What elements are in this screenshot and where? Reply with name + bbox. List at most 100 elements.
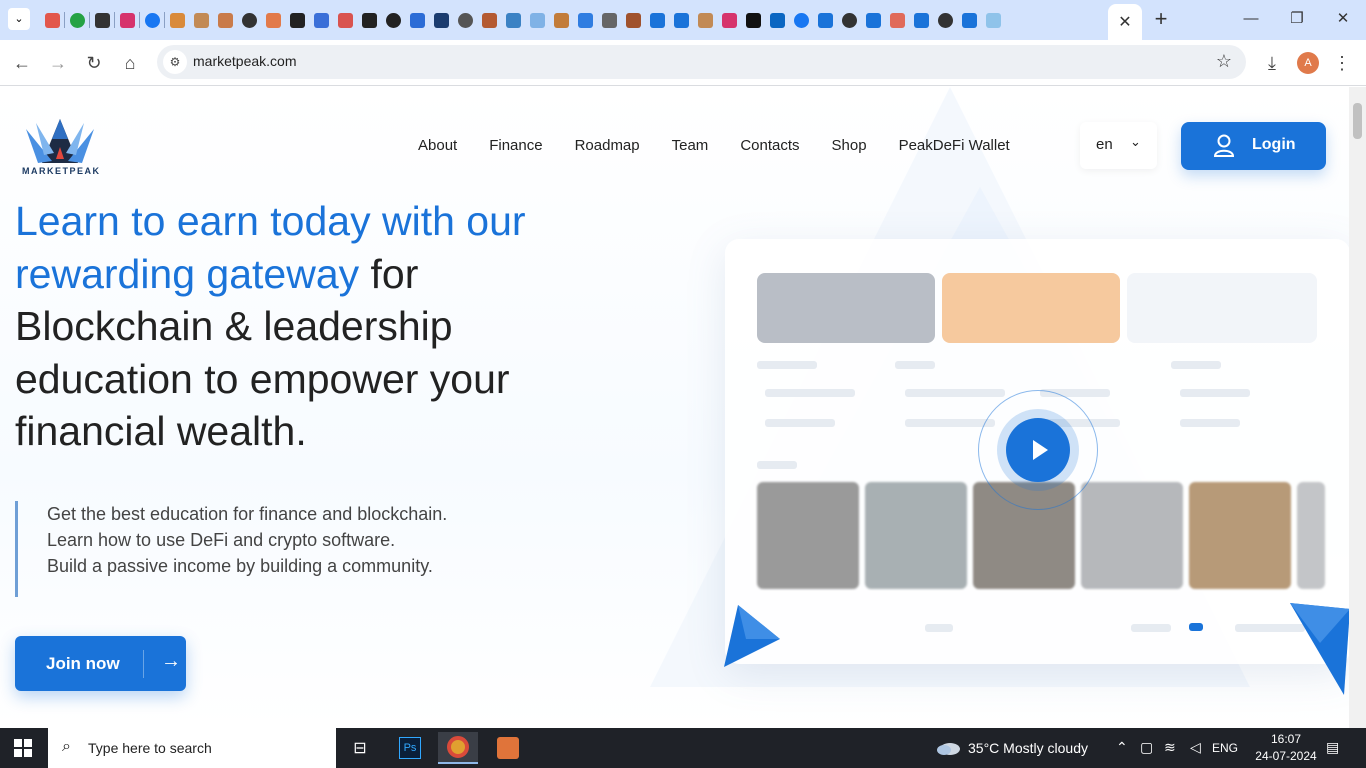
tab-site[interactable] [693,8,717,32]
tab-site[interactable] [429,8,453,32]
tab-site[interactable] [813,8,837,32]
forward-icon[interactable]: → [46,51,70,75]
join-now-button[interactable]: Join now → [15,636,186,691]
tab-site[interactable] [357,8,381,32]
language-select[interactable]: en ⌄ [1080,122,1157,169]
preview-thumbnail [757,482,859,589]
tab-search-button[interactable]: ⌄ [8,8,30,30]
new-tab-button[interactable]: + [1150,8,1172,30]
tab-site[interactable] [477,8,501,32]
preview-row [1171,361,1221,369]
decorative-triangle [724,605,780,667]
nav-roadmap[interactable]: Roadmap [575,137,640,154]
nav-team[interactable]: Team [672,137,709,154]
tab-youtube[interactable] [40,8,64,32]
taskbar-search[interactable]: ⌕ Type here to search [48,728,336,768]
cloudy-weather-icon[interactable] [935,737,961,757]
tab-x[interactable] [741,8,765,32]
preview-row [895,361,935,369]
restore-button[interactable]: ❐ [1282,8,1312,30]
wifi-icon[interactable]: ≋ [1164,739,1176,756]
tab-site[interactable] [669,8,693,32]
tab-linkedin[interactable] [765,8,789,32]
tab-site[interactable] [597,8,621,32]
search-placeholder: Type here to search [88,740,212,756]
back-icon[interactable]: ← [10,51,34,75]
windows-taskbar: ⌕ Type here to search ⊟ Ps 35°C Mostly c… [0,728,1366,768]
tab-site[interactable] [237,8,261,32]
app-icon[interactable] [488,732,528,764]
main-nav: About Finance Roadmap Team Contacts Shop… [418,137,1042,154]
tab-site[interactable] [549,8,573,32]
clock-time[interactable]: 16:07 [1261,732,1311,746]
tab-site[interactable] [189,8,213,32]
site-info-icon[interactable]: ⚙ [163,50,187,74]
tab-site[interactable] [525,8,549,32]
menu-icon[interactable]: ⋮ [1330,51,1354,75]
reload-icon[interactable]: ↻ [82,51,106,75]
input-language[interactable]: ENG [1212,741,1238,755]
tab-site[interactable] [381,8,405,32]
tab-facebook[interactable] [789,8,813,32]
close-tab-icon[interactable]: ✕ [1118,12,1131,32]
photoshop-icon[interactable]: Ps [390,732,430,764]
tab-site[interactable] [165,8,189,32]
minimize-button[interactable]: — [1236,8,1266,30]
tab-site[interactable] [261,8,285,32]
tab-site[interactable] [933,8,957,32]
chrome-icon[interactable] [438,732,478,764]
tab-site[interactable] [861,8,885,32]
tab-site[interactable] [909,8,933,32]
login-button[interactable]: Login [1181,122,1326,170]
clock-date[interactable]: 24-07-2024 [1251,749,1321,763]
scrollbar-thumb[interactable] [1353,103,1362,139]
volume-icon[interactable]: ◁ [1190,739,1201,756]
tab-facebook[interactable] [140,8,164,32]
search-icon: ⌕ [62,738,71,755]
preview-card [1127,273,1317,343]
tab-whatsapp[interactable] [65,8,89,32]
nav-peakdefi-wallet[interactable]: PeakDeFi Wallet [899,137,1010,154]
tab-site[interactable] [285,8,309,32]
tab-instagram[interactable] [717,8,741,32]
tab-site[interactable] [453,8,477,32]
address-bar[interactable]: ⚙ marketpeak.com ☆ [157,45,1246,79]
weather-text[interactable]: 35°C Mostly cloudy [968,740,1088,756]
windows-start-icon[interactable] [14,739,32,757]
nav-shop[interactable]: Shop [832,137,867,154]
url-text[interactable]: marketpeak.com [193,53,296,69]
tab-site[interactable] [645,8,669,32]
notifications-icon[interactable]: ▤ [1326,739,1339,756]
tab-site[interactable] [837,8,861,32]
tab-site[interactable] [333,8,357,32]
task-view-icon[interactable]: ⊟ [340,732,380,764]
active-tab[interactable]: ✕ [1108,4,1142,40]
tab-site[interactable] [885,8,909,32]
headline-highlight: Learn to earn today with our rewarding g… [15,198,526,297]
tab-site[interactable] [957,8,981,32]
nav-contacts[interactable]: Contacts [740,137,799,154]
bullet-item: Get the best education for finance and b… [47,504,448,524]
page-scrollbar[interactable] [1349,87,1366,728]
tab-instagram[interactable] [115,8,139,32]
profile-avatar[interactable]: A [1297,52,1319,74]
download-icon[interactable]: ⤓ [1260,51,1284,75]
bookmark-star-icon[interactable]: ☆ [1216,51,1232,72]
tab-site[interactable] [573,8,597,32]
tab-app[interactable] [90,8,114,32]
close-window-button[interactable]: ✕ [1328,8,1358,30]
nav-finance[interactable]: Finance [489,137,542,154]
home-icon[interactable]: ⌂ [118,51,142,75]
preview-row [1131,624,1171,632]
tab-site[interactable] [405,8,429,32]
chevron-up-icon[interactable]: ⌃ [1116,739,1128,756]
join-now-label: Join now [46,654,120,673]
tab-site[interactable] [309,8,333,32]
nav-about[interactable]: About [418,137,457,154]
device-icon[interactable]: ▢ [1140,739,1153,756]
tab-site[interactable] [621,8,645,32]
tab-site[interactable] [981,8,1005,32]
logo-text[interactable]: MARKETPEAK [22,166,101,176]
tab-site[interactable] [501,8,525,32]
tab-site[interactable] [213,8,237,32]
